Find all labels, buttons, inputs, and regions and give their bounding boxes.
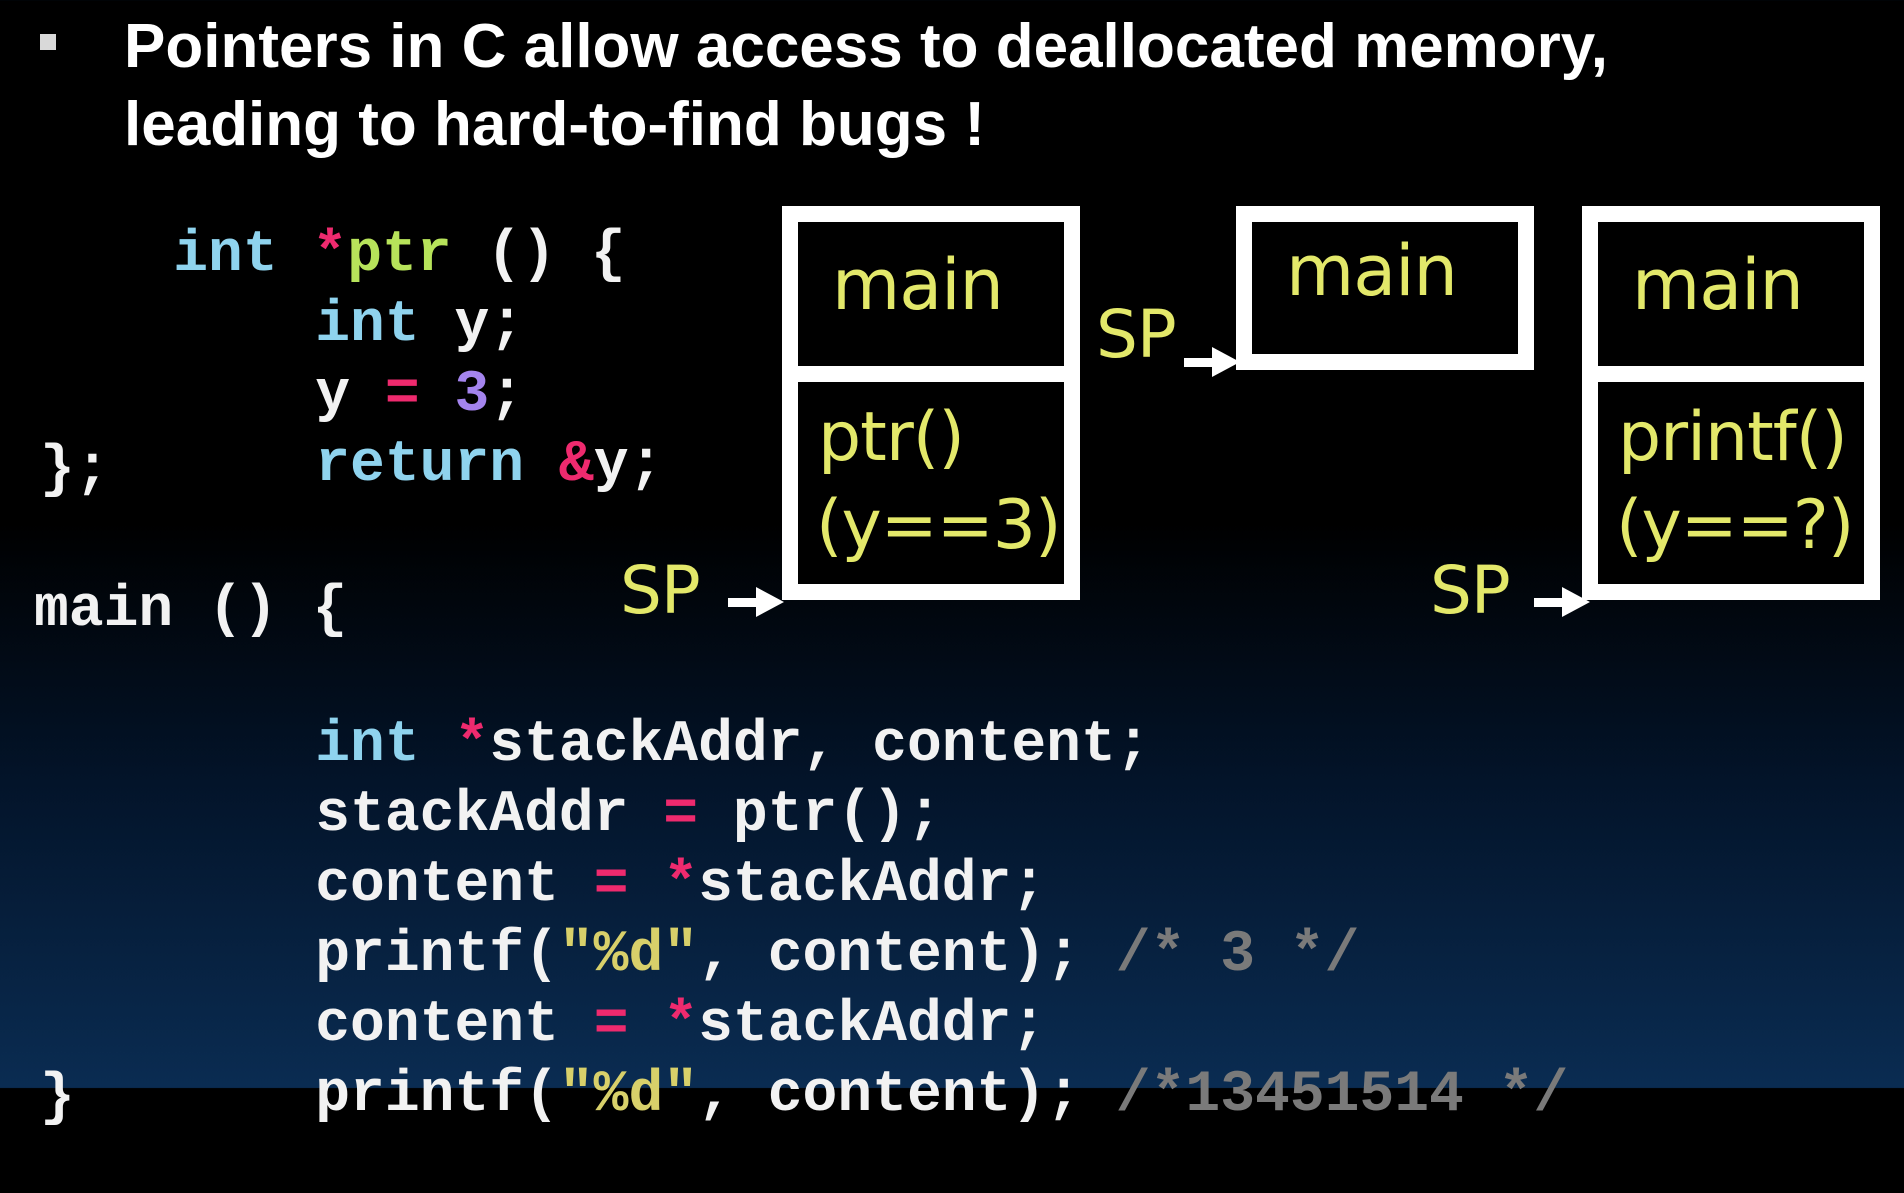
code-comment: /* 3 */ — [1115, 923, 1360, 988]
code-line-6: main () { — [34, 578, 348, 643]
frame-label: ptr() — [818, 398, 965, 477]
code-token: return — [315, 433, 525, 498]
stack-frame-main: main — [1236, 206, 1534, 370]
code-token: , content); — [698, 1063, 1116, 1128]
arrow-right-icon — [1534, 587, 1590, 617]
frame-label: main — [1286, 230, 1458, 312]
frame-label: main — [832, 244, 1004, 326]
code-line-12: printf("%d", content); /*13451514 */ — [176, 998, 1568, 1193]
stack-frame-main: main — [1582, 206, 1880, 382]
stack-pointer-label: SP — [1096, 296, 1177, 373]
code-line-5: }; — [40, 438, 110, 503]
frame-label: (y==3) — [816, 486, 1062, 565]
stack-frame-ptr: ptr() (y==3) — [782, 366, 1080, 600]
code-block: int *ptr () { int y; y = 3; return &y; }… — [0, 0, 1568, 1131]
stack-pointer-label: SP — [620, 552, 701, 629]
bullet-line-1: Pointers in C allow access to deallocate… — [124, 12, 1608, 81]
code-token: "%d" — [558, 1063, 699, 1128]
frame-label: printf() — [1618, 398, 1848, 477]
frame-label: main — [1632, 244, 1804, 326]
code-token: y; — [593, 433, 664, 498]
code-token: printf( — [315, 1063, 559, 1128]
stack-frame-main: main — [782, 206, 1080, 382]
stack-pointer-label: SP — [1430, 552, 1511, 629]
code-comment: /*13451514 */ — [1115, 1063, 1569, 1128]
code-token: & — [558, 433, 594, 498]
arrow-right-icon — [1184, 347, 1240, 377]
bullet-text: Pointers in C allow access to deallocate… — [124, 8, 1724, 164]
stack-frame-printf: printf() (y==?) — [1582, 366, 1880, 600]
frame-label: (y==?) — [1616, 486, 1854, 565]
arrow-right-icon — [728, 587, 784, 617]
code-line-4: return &y; — [176, 368, 663, 563]
bullet-line-2: leading to hard-to-find bugs ! — [124, 90, 985, 159]
code-line-13: } — [40, 1066, 75, 1131]
